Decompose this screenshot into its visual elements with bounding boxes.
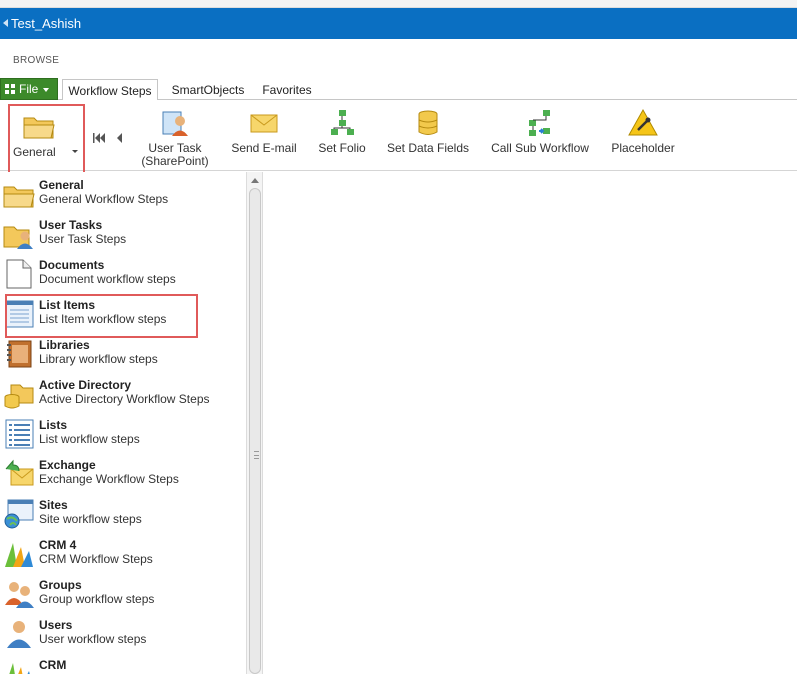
category-description: List workflow steps — [39, 432, 140, 446]
list-item-active-directory[interactable]: Active Directory Active Directory Workfl… — [0, 374, 246, 414]
first-page-icon[interactable] — [92, 132, 106, 144]
grip-icon — [254, 451, 259, 459]
grid-icon — [5, 84, 16, 95]
crm-icon — [5, 543, 33, 567]
category-description: User Task Steps — [39, 232, 127, 246]
category-title: Documents — [39, 258, 105, 272]
user-folder-icon — [3, 226, 33, 249]
list-item-sites[interactable]: Sites Site workflow steps — [0, 494, 246, 534]
category-description: Site workflow steps — [39, 512, 142, 526]
list-item-exchange[interactable]: Exchange Exchange Workflow Steps — [0, 454, 246, 494]
category-title: CRM 4 — [39, 538, 77, 552]
category-description: CRM Workflow Steps — [39, 552, 153, 566]
ribbon: User Task (SharePoint) Send E-mail Set Fo… — [0, 100, 797, 171]
category-description: Active Directory Workflow Steps — [39, 392, 210, 406]
button-label: Set Data Fields — [386, 141, 470, 155]
category-description: Group workflow steps — [39, 592, 155, 606]
general-label: General — [13, 145, 56, 159]
database-icon — [418, 110, 438, 135]
window-title: Test_Ashish — [11, 16, 82, 31]
sub-workflow-icon — [529, 110, 550, 136]
tab-label: Workflow Steps — [68, 84, 152, 98]
list-item-crm[interactable]: CRM — [0, 654, 246, 674]
tab-workflow-steps[interactable]: Workflow Steps — [62, 79, 158, 101]
scroll-up-icon[interactable] — [251, 178, 259, 183]
list-item-user-tasks[interactable]: User Tasks User Task Steps — [0, 214, 246, 254]
back-arrow-icon[interactable] — [3, 19, 8, 27]
document-icon — [6, 259, 32, 289]
groups-icon — [5, 582, 34, 608]
org-chart-icon — [331, 110, 354, 135]
sites-icon — [4, 499, 34, 529]
previous-icon[interactable] — [114, 132, 124, 144]
folder-icon — [3, 186, 35, 208]
browse-label: BROWSE — [13, 55, 60, 66]
tab-favorites[interactable]: Favorites — [256, 79, 318, 101]
scrollbar-thumb[interactable] — [249, 188, 261, 674]
vertical-scrollbar[interactable] — [246, 172, 263, 674]
set-data-fields-button[interactable]: Set Data Fields — [380, 100, 476, 171]
category-title: Users — [39, 618, 73, 632]
category-title: Sites — [39, 498, 68, 512]
list-item-groups[interactable]: Groups Group workflow steps — [0, 574, 246, 614]
list-item-crm-4[interactable]: CRM 4 CRM Workflow Steps — [0, 534, 246, 574]
tab-smartobjects[interactable]: SmartObjects — [164, 79, 252, 101]
list-item-lists[interactable]: Lists List workflow steps — [0, 414, 246, 454]
list-item-documents[interactable]: Documents Document workflow steps — [0, 254, 246, 294]
category-description: Exchange Workflow Steps — [39, 472, 179, 486]
set-folio-button[interactable]: Set Folio — [310, 100, 374, 171]
placeholder-button[interactable]: Placeholder — [604, 100, 682, 171]
call-sub-workflow-button[interactable]: Call Sub Workflow — [486, 100, 594, 171]
button-label: Set Folio — [318, 141, 366, 155]
button-label: User Task (SharePoint) — [141, 141, 209, 168]
envelope-icon — [250, 114, 278, 133]
tab-label: Favorites — [262, 83, 312, 97]
chevron-down-icon — [72, 150, 78, 153]
design-canvas[interactable] — [263, 172, 797, 674]
file-label: File — [19, 82, 39, 96]
list-item-general[interactable]: General General Workflow Steps — [0, 174, 246, 214]
category-list: General General Workflow Steps User Task… — [0, 172, 246, 674]
crm-icon — [9, 663, 30, 674]
folder-icon — [23, 117, 55, 139]
category-description: Library workflow steps — [39, 352, 158, 366]
active-directory-icon — [4, 384, 34, 409]
browse-header: BROWSE — [0, 39, 797, 77]
category-title: User Tasks — [39, 218, 103, 232]
category-title: Exchange — [39, 458, 96, 472]
browser-top-strip — [0, 0, 797, 8]
category-description: User workflow steps — [39, 632, 147, 646]
ribbon-tab-row: File Workflow Steps SmartObjects Favorit… — [0, 77, 797, 101]
button-label: Send E-mail — [231, 141, 297, 155]
list-icon — [5, 419, 34, 449]
category-title: Groups — [39, 578, 82, 592]
category-title: CRM — [39, 658, 67, 672]
button-label: Placeholder — [611, 141, 675, 155]
tab-label: SmartObjects — [171, 83, 245, 97]
user-task-icon — [162, 111, 188, 136]
user-task-sharepoint-button[interactable]: User Task (SharePoint) — [137, 100, 213, 171]
library-icon — [7, 340, 32, 368]
warning-icon — [628, 108, 658, 136]
send-email-button[interactable]: Send E-mail — [226, 100, 302, 171]
category-description: Document workflow steps — [39, 272, 176, 286]
file-menu-button[interactable]: File — [0, 78, 58, 100]
category-title: Lists — [39, 418, 68, 432]
category-title: Active Directory — [39, 378, 132, 392]
list-items-highlight — [5, 294, 198, 338]
chevron-down-icon — [43, 88, 49, 92]
exchange-icon — [5, 459, 34, 486]
list-item-users[interactable]: Users User workflow steps — [0, 614, 246, 654]
list-item-libraries[interactable]: Libraries Library workflow steps — [0, 334, 246, 374]
category-description: General Workflow Steps — [39, 192, 169, 206]
category-title: Libraries — [39, 338, 90, 352]
users-icon — [7, 621, 31, 648]
category-title: General — [39, 178, 84, 192]
title-bar: Test_Ashish — [0, 8, 797, 39]
button-label: Call Sub Workflow — [491, 141, 589, 155]
